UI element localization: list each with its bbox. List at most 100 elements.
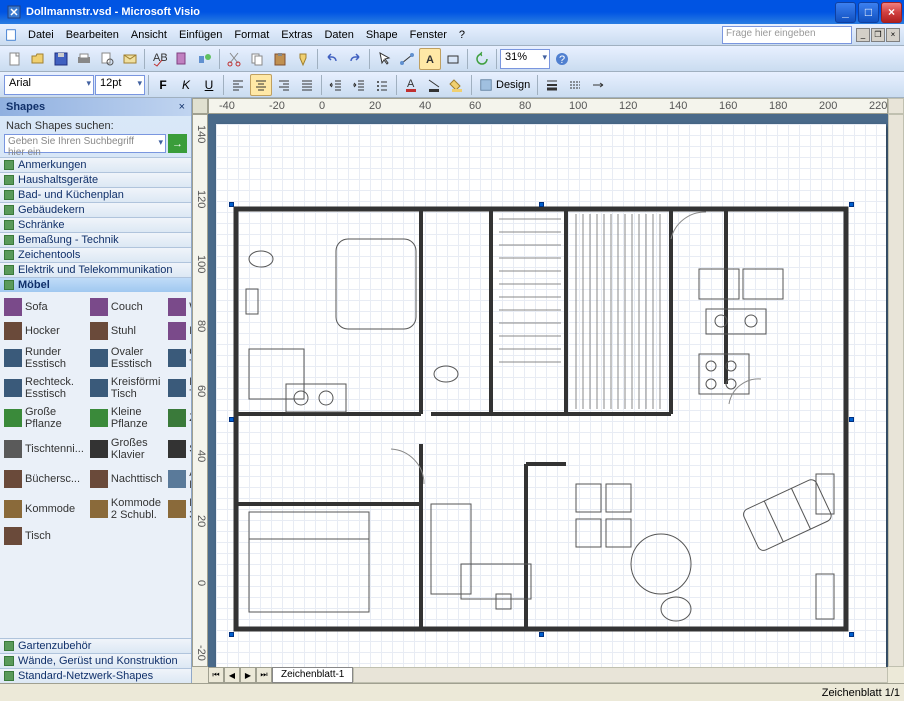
shape-item[interactable]: Große Pflanze (2, 404, 86, 432)
stencil-header[interactable]: Haushaltsgeräte (0, 172, 191, 187)
stencil-header[interactable]: Gartenzubehör (0, 638, 191, 653)
menu-daten[interactable]: Daten (318, 27, 359, 43)
copy-button[interactable] (246, 48, 268, 70)
stencil-header[interactable]: Schränke (0, 217, 191, 232)
stencil-header[interactable]: Bemaßung - Technik (0, 232, 191, 247)
fill-color-button[interactable] (446, 74, 468, 96)
zoom-combo[interactable]: 31% (500, 49, 550, 69)
shapes-search-go-button[interactable]: → (168, 134, 187, 153)
rectangle-tool-button[interactable] (442, 48, 464, 70)
shape-item[interactable]: Großes Klavier (88, 435, 164, 463)
menu-fenster[interactable]: Fenster (404, 27, 453, 43)
shape-item[interactable]: Runder Esstisch (2, 344, 86, 372)
shape-item[interactable]: Rechteck. Esstisch (2, 374, 86, 402)
canvas-viewport[interactable] (208, 114, 888, 667)
stencil-header[interactable]: Elektrik und Telekommunikation (0, 262, 191, 277)
shape-item[interactable]: Ruhesessel (166, 320, 191, 342)
menu-extras[interactable]: Extras (275, 27, 318, 43)
menu-bearbeiten[interactable]: Bearbeiten (60, 27, 125, 43)
stencil-header[interactable]: Wände, Gerüst und Konstruktion (0, 653, 191, 668)
new-button[interactable] (4, 48, 26, 70)
shape-item[interactable]: Stuhl (88, 320, 164, 342)
stencil-header[interactable]: Möbel (0, 277, 191, 292)
horizontal-scrollbar[interactable] (353, 667, 888, 683)
menu-format[interactable]: Format (228, 27, 275, 43)
format-painter-button[interactable] (292, 48, 314, 70)
shape-item[interactable]: Tischtenni... (2, 435, 86, 463)
open-button[interactable] (27, 48, 49, 70)
shape-item[interactable]: Spinettkl... (166, 435, 191, 463)
undo-button[interactable] (321, 48, 343, 70)
decrease-indent-button[interactable] (325, 74, 347, 96)
close-button[interactable]: × (881, 2, 902, 23)
print-preview-button[interactable] (96, 48, 118, 70)
vertical-scrollbar[interactable] (888, 114, 904, 667)
page-prev-button[interactable]: ◀ (224, 667, 240, 683)
font-size-combo[interactable]: 12pt (95, 75, 145, 95)
page-tab[interactable]: Zeichenblatt-1 (272, 667, 353, 683)
line-pattern-button[interactable] (564, 74, 586, 96)
shapes-button[interactable] (194, 48, 216, 70)
mdi-close[interactable]: × (886, 28, 900, 42)
page-next-button[interactable]: ▶ (240, 667, 256, 683)
mdi-restore[interactable]: ❐ (871, 28, 885, 42)
menu-datei[interactable]: Datei (22, 27, 60, 43)
shape-item[interactable]: Büchersc... (2, 465, 86, 493)
drawing-page[interactable] (216, 124, 886, 667)
shape-item[interactable]: Ovaler Esstisch (88, 344, 164, 372)
menu-einfuegen[interactable]: Einfügen (173, 27, 228, 43)
shape-item[interactable]: Zimmerpfl... (166, 404, 191, 432)
redo-button[interactable] (344, 48, 366, 70)
shape-item[interactable]: Couch (88, 296, 164, 318)
stencil-header[interactable]: Anmerkungen (0, 157, 191, 172)
stencil-header[interactable]: Standard-Netzwerk-Shapes (0, 668, 191, 683)
pointer-tool-button[interactable] (373, 48, 395, 70)
save-button[interactable] (50, 48, 72, 70)
menu-shape[interactable]: Shape (360, 27, 404, 43)
menu-help[interactable]: ? (453, 27, 471, 43)
font-name-combo[interactable]: Arial (4, 75, 94, 95)
page-first-button[interactable]: ⏮ (208, 667, 224, 683)
connector-tool-button[interactable] (396, 48, 418, 70)
shapes-close-button[interactable]: × (179, 101, 185, 113)
shape-item[interactable]: Kreisförmi Tisch (88, 374, 164, 402)
shape-item[interactable]: Hocker (2, 320, 86, 342)
floor-plan-drawing[interactable] (231, 204, 851, 634)
align-center-button[interactable] (250, 74, 272, 96)
shape-item[interactable]: Tisch (2, 525, 86, 547)
line-ends-button[interactable] (587, 74, 609, 96)
bold-button[interactable]: F (152, 74, 174, 96)
paste-button[interactable] (269, 48, 291, 70)
shape-item[interactable]: Kommode 2 Schubl. (88, 495, 164, 523)
line-weight-button[interactable] (541, 74, 563, 96)
shape-item[interactable]: Quadrati. Tisch (166, 344, 191, 372)
italic-button[interactable]: K (175, 74, 197, 96)
stencil-header[interactable]: Gebäudekern (0, 202, 191, 217)
stencil-header[interactable]: Zeichentools (0, 247, 191, 262)
design-button[interactable]: Design (475, 74, 534, 96)
text-tool-button[interactable]: A (419, 48, 441, 70)
print-button[interactable] (73, 48, 95, 70)
increase-indent-button[interactable] (348, 74, 370, 96)
bullets-button[interactable] (371, 74, 393, 96)
line-color-button[interactable] (423, 74, 445, 96)
shape-item[interactable]: Sofa (2, 296, 86, 318)
align-right-button[interactable] (273, 74, 295, 96)
help-search-input[interactable]: Frage hier eingeben (722, 26, 852, 44)
shape-item[interactable]: Kleine Pflanze (88, 404, 164, 432)
stencil-header[interactable]: Bad- und Küchenplan (0, 187, 191, 202)
maximize-button[interactable]: □ (858, 2, 879, 23)
underline-button[interactable]: U (198, 74, 220, 96)
menu-ansicht[interactable]: Ansicht (125, 27, 173, 43)
shape-item[interactable]: Wohnzim... (166, 296, 191, 318)
font-color-button[interactable]: A (400, 74, 422, 96)
justify-button[interactable] (296, 74, 318, 96)
cut-button[interactable] (223, 48, 245, 70)
shape-item[interactable]: Nachttisch (88, 465, 164, 493)
page-last-button[interactable]: ⏭ (256, 667, 272, 683)
email-button[interactable] (119, 48, 141, 70)
research-button[interactable] (171, 48, 193, 70)
help-button[interactable]: ? (551, 48, 573, 70)
shape-item[interactable]: Kommode (2, 495, 86, 523)
shape-item[interactable]: Anpassb. Bett (166, 465, 191, 493)
